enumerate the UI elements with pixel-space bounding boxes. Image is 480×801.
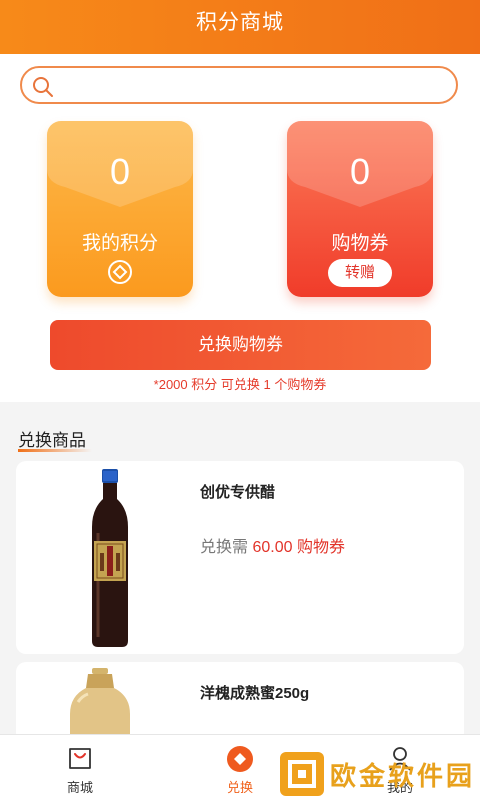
page-title: 积分商城	[196, 11, 284, 34]
header: 积分商城	[0, 0, 480, 54]
product-price: 兑换需 60.00 购物券	[200, 533, 345, 557]
nav-mall[interactable]: 商城	[20, 735, 140, 801]
section-underline	[18, 449, 92, 452]
nav-mall-label: 商城	[66, 780, 93, 795]
product-name: 创优专供醋	[200, 484, 276, 501]
price-value: 60.00 购物券	[252, 539, 345, 556]
exchange-note: *2000 积分 可兑换 1 个购物券	[153, 377, 327, 392]
exchange-icon	[227, 746, 253, 772]
price-prefix: 兑换需	[200, 539, 249, 556]
exchange-coupon-button[interactable]: 兑换购物券	[50, 320, 431, 370]
coupon-label: 购物券	[331, 233, 389, 254]
product-name: 洋槐成熟蜜250g	[200, 685, 310, 702]
points-value: 0	[109, 151, 131, 192]
section-title: 兑换商品	[18, 431, 86, 450]
watermark-text: 欧金软件园	[330, 761, 476, 791]
transfer-button[interactable]: 转赠	[328, 259, 392, 287]
shopping-bag-icon	[69, 748, 91, 769]
points-label: 我的积分	[81, 233, 158, 254]
vinegar-bottle-image	[92, 469, 128, 647]
coupon-card[interactable]: 0 购物券 转赠	[287, 121, 433, 297]
coupon-value: 0	[349, 151, 371, 192]
honey-jar-image	[70, 668, 130, 742]
coin-icon	[108, 260, 132, 284]
search-icon	[33, 77, 53, 97]
product-card[interactable]: 创优专供醋 兑换需 60.00 购物券	[16, 461, 464, 654]
search-bar[interactable]	[20, 66, 458, 104]
points-card[interactable]: 0 我的积分	[47, 121, 193, 297]
product-card[interactable]: 洋槐成熟蜜250g	[16, 662, 464, 742]
